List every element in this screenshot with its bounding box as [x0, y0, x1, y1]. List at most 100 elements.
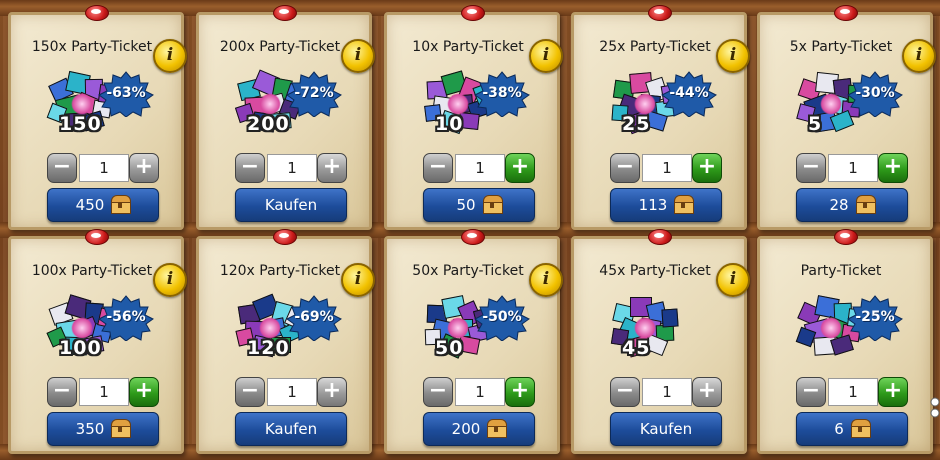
- quantity-input[interactable]: 1: [79, 154, 129, 182]
- decrement-button[interactable]: −: [423, 153, 453, 183]
- card-title: 100x Party-Ticket: [31, 263, 153, 279]
- increment-button[interactable]: +: [317, 377, 347, 407]
- increment-button[interactable]: +: [692, 153, 722, 183]
- buy-button[interactable]: Kaufen: [235, 412, 347, 446]
- scroll-edge-icon[interactable]: [926, 396, 940, 420]
- buy-button[interactable]: Kaufen: [235, 188, 347, 222]
- buy-button[interactable]: 113: [610, 188, 722, 222]
- buy-button-label: 113: [638, 196, 668, 214]
- info-icon[interactable]: i: [529, 39, 563, 73]
- discount-badge: -44%: [660, 71, 718, 117]
- quantity-label: 200: [247, 113, 290, 135]
- info-icon[interactable]: i: [153, 39, 187, 73]
- quantity-stepper: −1 +: [796, 153, 908, 183]
- decrement-button[interactable]: −: [235, 153, 265, 183]
- pin-icon: [273, 229, 297, 245]
- discount-badge: -30%: [846, 71, 904, 117]
- quantity-label: 50: [435, 337, 464, 359]
- quantity-input[interactable]: 1: [828, 154, 878, 182]
- decrement-button[interactable]: −: [47, 153, 77, 183]
- decrement-button[interactable]: −: [423, 377, 453, 407]
- increment-button[interactable]: +: [505, 153, 535, 183]
- increment-button[interactable]: +: [878, 377, 908, 407]
- buy-button-label: 6: [834, 420, 844, 438]
- decrement-button[interactable]: −: [610, 377, 640, 407]
- quantity-label: 5: [808, 113, 823, 135]
- buy-button[interactable]: 6: [796, 412, 908, 446]
- discount-label: -50%: [482, 309, 522, 325]
- buy-button[interactable]: 28: [796, 188, 908, 222]
- info-icon[interactable]: i: [341, 263, 375, 297]
- discount-label: -72%: [294, 85, 334, 101]
- discount-badge: -72%: [285, 71, 343, 117]
- shop-card: 100x Party-Ticket i 100 -56% −1 +350: [8, 229, 187, 454]
- info-icon[interactable]: i: [341, 39, 375, 73]
- quantity-input[interactable]: 1: [828, 378, 878, 406]
- increment-button[interactable]: +: [129, 377, 159, 407]
- decrement-button[interactable]: −: [235, 377, 265, 407]
- pin-icon: [85, 5, 109, 21]
- shop-card: Party-Ticket -25% −1 +6: [757, 229, 933, 454]
- shop-card: 5x Party-Ticket i 5 -30% −1 +28: [757, 5, 936, 230]
- pin-icon: [834, 5, 858, 21]
- card-title: 10x Party-Ticket: [412, 39, 524, 55]
- buy-button[interactable]: 450: [47, 188, 159, 222]
- quantity-label: 100: [59, 337, 102, 359]
- info-icon[interactable]: i: [716, 263, 750, 297]
- quantity-input[interactable]: 1: [642, 154, 692, 182]
- buy-button[interactable]: 200: [423, 412, 535, 446]
- increment-button[interactable]: +: [317, 153, 347, 183]
- discount-badge: -63%: [97, 71, 155, 117]
- quantity-input[interactable]: 1: [455, 378, 505, 406]
- buy-button[interactable]: 350: [47, 412, 159, 446]
- decrement-button[interactable]: −: [610, 153, 640, 183]
- pin-icon: [648, 5, 672, 21]
- info-icon[interactable]: i: [153, 263, 187, 297]
- info-icon[interactable]: i: [716, 39, 750, 73]
- quantity-stepper: −1 +: [47, 153, 159, 183]
- buy-button-label: Kaufen: [264, 420, 318, 438]
- quantity-input[interactable]: 1: [79, 378, 129, 406]
- quantity-label: 45: [622, 337, 651, 359]
- quantity-stepper: −1 +: [796, 377, 908, 407]
- buy-button[interactable]: Kaufen: [610, 412, 722, 446]
- shop-card: 120x Party-Ticket i 120 -69% −1 + Kaufen: [196, 229, 375, 454]
- buy-button-label: 350: [75, 420, 105, 438]
- decrement-button[interactable]: −: [796, 153, 826, 183]
- decrement-button[interactable]: −: [796, 377, 826, 407]
- shop-card: 10x Party-Ticket i 10 -38% −1 +50: [384, 5, 563, 230]
- discount-badge: -56%: [97, 295, 155, 341]
- discount-label: -56%: [106, 309, 146, 325]
- pin-icon: [273, 5, 297, 21]
- discount-label: -25%: [855, 309, 895, 325]
- quantity-input[interactable]: 1: [267, 378, 317, 406]
- discount-badge: -25%: [846, 295, 904, 341]
- quantity-input[interactable]: 1: [642, 378, 692, 406]
- treasure-chest-icon: [673, 195, 695, 214]
- buy-button[interactable]: 50: [423, 188, 535, 222]
- pin-icon: [461, 5, 485, 21]
- info-icon[interactable]: i: [529, 263, 563, 297]
- increment-button[interactable]: +: [505, 377, 535, 407]
- increment-button[interactable]: +: [878, 153, 908, 183]
- pin-icon: [648, 229, 672, 245]
- treasure-chest-icon: [482, 195, 503, 214]
- discount-label: -38%: [482, 85, 522, 101]
- quantity-label: 120: [247, 337, 290, 359]
- treasure-chest-icon: [110, 195, 132, 214]
- decrement-button[interactable]: −: [47, 377, 77, 407]
- quantity-input[interactable]: 1: [267, 154, 317, 182]
- quantity-stepper: −1 +: [47, 377, 159, 407]
- discount-label: -44%: [669, 85, 709, 101]
- card-title: Party-Ticket: [800, 263, 882, 279]
- info-icon[interactable]: i: [902, 39, 936, 73]
- buy-button-label: 200: [451, 420, 481, 438]
- card-title: 50x Party-Ticket: [412, 263, 524, 279]
- increment-button[interactable]: +: [129, 153, 159, 183]
- increment-button[interactable]: +: [692, 377, 722, 407]
- quantity-stepper: −1 +: [610, 377, 722, 407]
- treasure-chest-icon: [486, 419, 508, 438]
- shop-card: 25x Party-Ticket i 25 -44% −1 +113: [571, 5, 750, 230]
- card-title: 45x Party-Ticket: [599, 263, 711, 279]
- quantity-input[interactable]: 1: [455, 154, 505, 182]
